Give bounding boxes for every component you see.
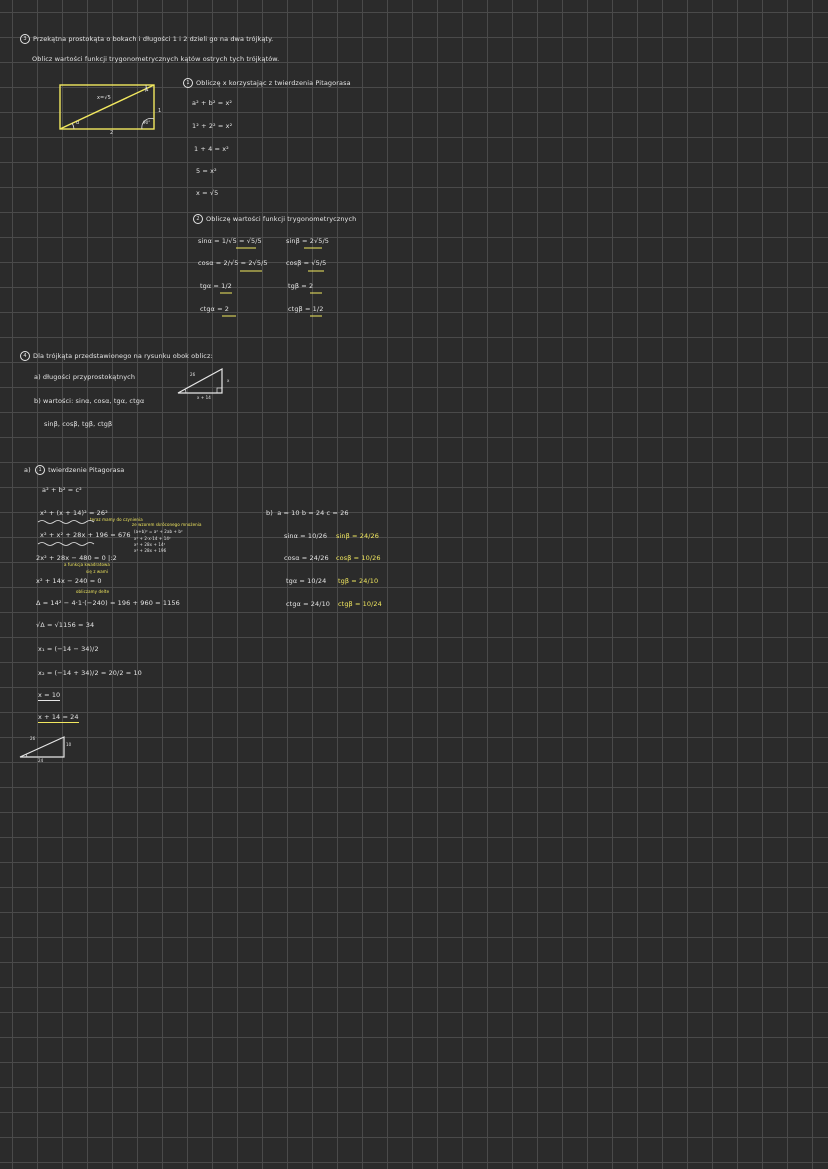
part-a-line: x₂ = (−14 + 34)/2 = 20/2 = 10 <box>38 669 142 677</box>
task4-item: b) wartości: sinα, cosα, tgα, ctgα <box>34 397 145 405</box>
task4-triangle-figure <box>177 367 223 394</box>
part-b-alpha-line: sinα = 10/26 <box>284 532 328 540</box>
task3-answer-underlines <box>220 247 324 317</box>
part-b-beta-line: cosβ = 10/26 <box>336 554 381 562</box>
part-a-line: x² + x² + 28x + 196 = 676 <box>40 531 131 539</box>
part-b-beta-line: sinβ = 24/26 <box>336 532 379 540</box>
triangle-outline <box>177 367 223 394</box>
task4-fig-hyp: 26 <box>190 372 196 377</box>
part-a-line: x² + (x + 14)² = 26² <box>40 509 108 517</box>
note: ze wzorem skróconego mnożenia <box>132 522 202 527</box>
part-a-line: x = 10 <box>38 691 61 701</box>
task4-item: a) długości przyprostokątnych <box>34 373 136 381</box>
note: a funkcja kwadratowa <box>64 562 110 567</box>
part-b-heading: b) a = 10 b = 24 c = 26 <box>266 509 349 517</box>
part-a-wave-underline-2 <box>37 542 95 546</box>
part-a-wave-underline <box>37 520 95 524</box>
part-a-line: √Δ = √1156 = 34 <box>36 621 95 629</box>
triangle-outline <box>19 736 65 758</box>
part-b-alpha-line: cosα = 24/26 <box>284 554 329 562</box>
part-b-alpha-line: ctgα = 24/10 <box>286 600 331 608</box>
note: x² + 2·x·14 + 14² <box>134 536 171 541</box>
part-a-line: x + 14 = 24 <box>38 713 79 723</box>
note: x² + 28x + 14² <box>134 542 166 547</box>
note: (a+b)² = a² + 2ab + b² <box>134 529 183 534</box>
part-a-heading: a) 1 twierdzenie Pitagorasa <box>24 465 125 475</box>
task4-statement: Dla trójkąta przedstawionego na rysunku … <box>33 352 213 360</box>
task4-fig-leg-bottom: x + 14 <box>197 395 211 400</box>
note: obliczamy delte <box>76 589 110 594</box>
part-a-result-triangle <box>19 736 65 758</box>
note: x² + 28x + 196 <box>134 548 167 553</box>
note: się z wami <box>86 569 109 574</box>
right-angle-mark <box>216 387 223 394</box>
result-hyp: 26 <box>30 736 36 741</box>
task4-heading: 4 Dla trójkąta przedstawionego na rysunku… <box>20 351 213 361</box>
part-a-line: x₁ = (−14 − 34)/2 <box>38 645 99 653</box>
task4-number: 4 <box>20 351 30 361</box>
task4-fig-leg-right: x <box>227 378 230 383</box>
result-base: 24 <box>38 758 44 763</box>
task4-item: sinβ, cosβ, tgβ, ctgβ <box>44 420 113 428</box>
part-b-beta-line: ctgβ = 10/24 <box>338 600 382 608</box>
part-a-line: x² + 14x − 240 = 0 <box>36 577 102 585</box>
part-a-line: a² + b² = c² <box>42 486 82 494</box>
angle-arc <box>184 388 187 394</box>
part-b-beta-line: tgβ = 24/10 <box>338 577 379 585</box>
part-a-line: 2x² + 28x − 480 = 0 |:2 <box>36 554 117 562</box>
part-a-line: Δ = 14² − 4·1·(−240) = 196 + 960 = 1156 <box>36 599 180 607</box>
result-leg: 10 <box>66 742 72 747</box>
part-b-alpha-line: tgα = 10/24 <box>286 577 327 585</box>
